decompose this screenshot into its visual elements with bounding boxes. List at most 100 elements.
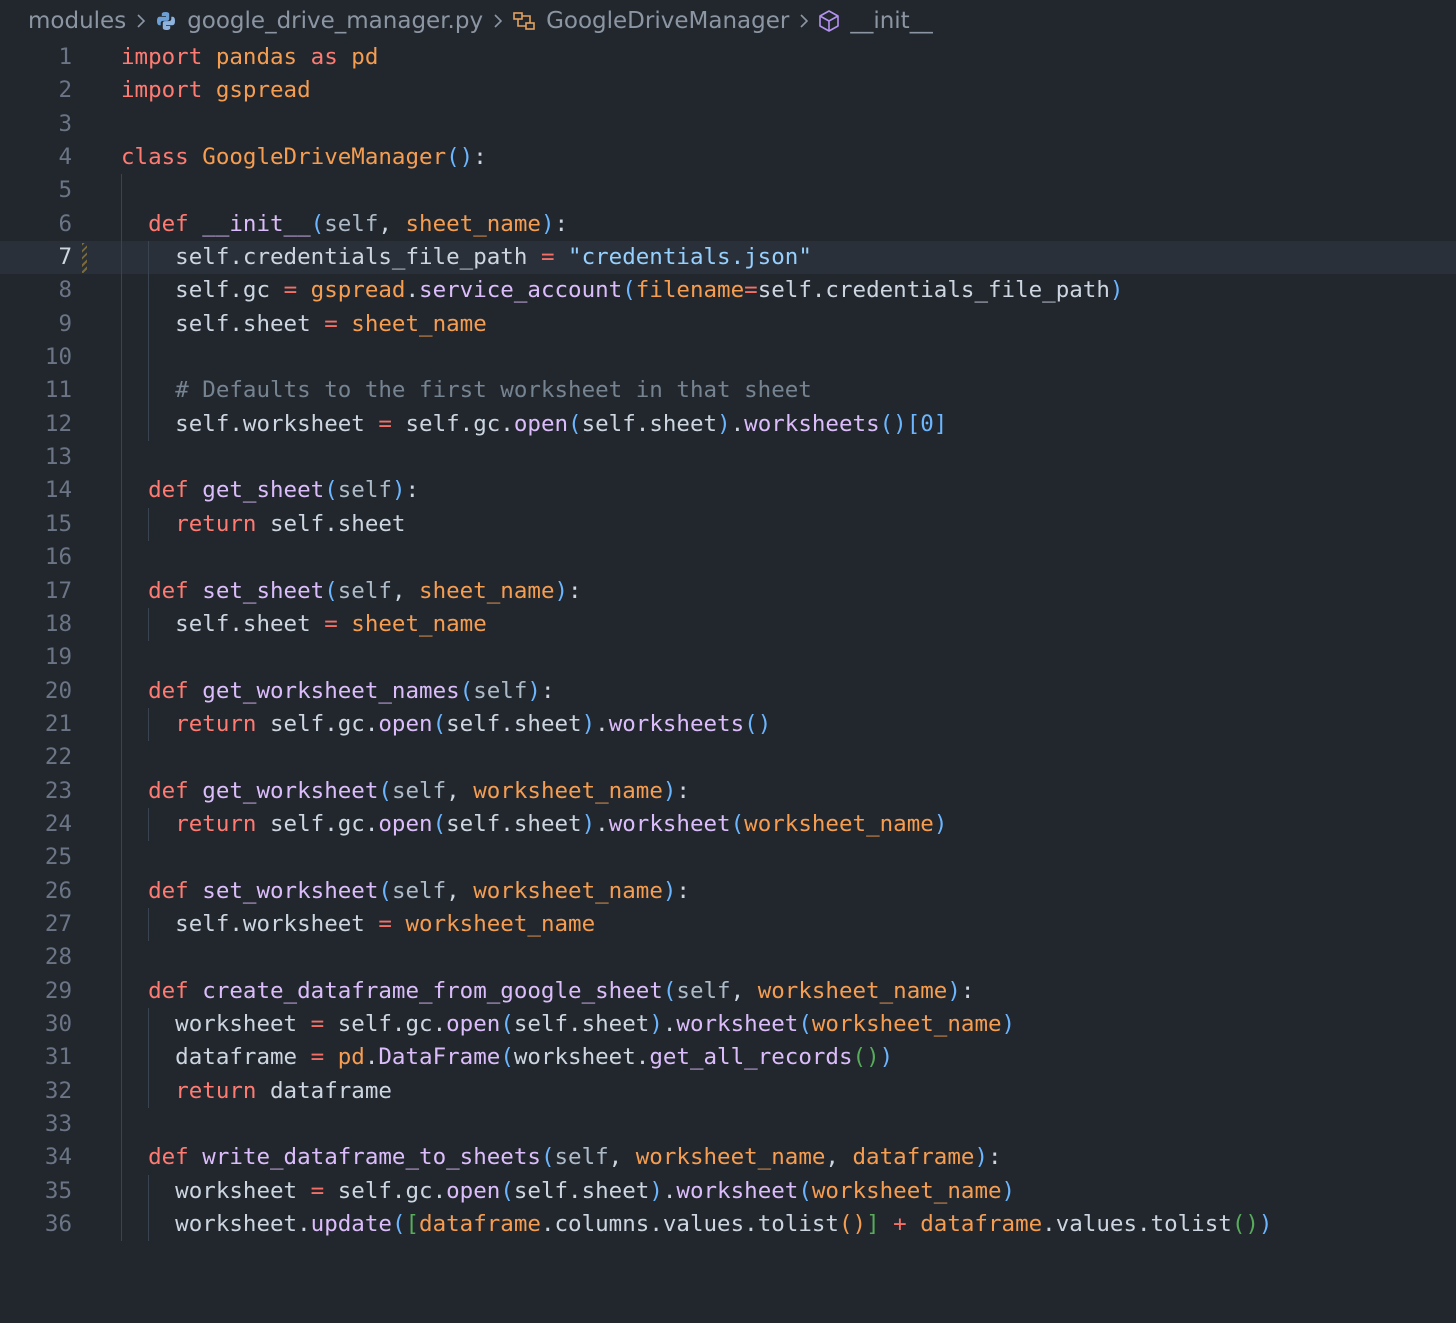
line-number[interactable]: 4: [0, 141, 72, 174]
code-text[interactable]: self.sheet = sheet_name: [121, 308, 487, 341]
breadcrumb-item-modules[interactable]: modules: [28, 8, 126, 34]
line-number[interactable]: 13: [0, 441, 72, 474]
line-number[interactable]: 24: [0, 808, 72, 841]
line-number[interactable]: 31: [0, 1041, 72, 1074]
line-number[interactable]: 11: [0, 374, 72, 407]
code-text[interactable]: return dataframe: [121, 1075, 392, 1108]
code-text[interactable]: worksheet = self.gc.open(self.sheet).wor…: [121, 1008, 1015, 1041]
line-number[interactable]: 5: [0, 174, 72, 207]
code-text[interactable]: def set_sheet(self, sheet_name):: [121, 575, 582, 608]
code-line[interactable]: 15 return self.sheet: [0, 507, 1456, 542]
code-line[interactable]: 21 return self.gc.open(self.sheet).works…: [0, 707, 1456, 742]
code-text[interactable]: def get_worksheet_names(self):: [121, 675, 554, 708]
code-line[interactable]: 29 def create_dataframe_from_google_shee…: [0, 974, 1456, 1008]
code-line[interactable]: 10: [0, 341, 1456, 375]
line-number[interactable]: 8: [0, 274, 72, 307]
code-text[interactable]: self.worksheet = worksheet_name: [121, 908, 595, 941]
line-number[interactable]: 6: [0, 208, 72, 241]
code-text[interactable]: self.worksheet = self.gc.open(self.sheet…: [121, 408, 947, 441]
code-line[interactable]: 2 import gspread: [0, 74, 1456, 107]
code-line[interactable]: 13: [0, 441, 1456, 475]
code-line[interactable]: 32 return dataframe: [0, 1074, 1456, 1108]
breadcrumb-item-file[interactable]: google_drive_manager.py: [155, 8, 483, 34]
code-text[interactable]: return self.sheet: [121, 508, 405, 541]
code-line[interactable]: 31 dataframe = pd.DataFrame(worksheet.ge…: [0, 1041, 1456, 1075]
line-number[interactable]: 17: [0, 575, 72, 608]
code-text[interactable]: def set_worksheet(self, worksheet_name):: [121, 875, 690, 908]
code-text[interactable]: dataframe = pd.DataFrame(worksheet.get_a…: [121, 1041, 893, 1074]
line-number[interactable]: 10: [0, 341, 72, 374]
code-line[interactable]: 35 worksheet = self.gc.open(self.sheet).…: [0, 1174, 1456, 1209]
line-number[interactable]: 16: [0, 541, 72, 574]
code-editor[interactable]: 1 import pandas as pd 2 import gspread 3 4 cla…: [0, 41, 1456, 1242]
code-line[interactable]: 5: [0, 174, 1456, 208]
code-line[interactable]: 26 def set_worksheet(self, worksheet_nam…: [0, 874, 1456, 908]
code-line[interactable]: 27 self.worksheet = worksheet_name: [0, 907, 1456, 942]
line-number[interactable]: 19: [0, 641, 72, 674]
line-number[interactable]: 25: [0, 841, 72, 874]
code-text[interactable]: worksheet = self.gc.open(self.sheet).wor…: [121, 1175, 1015, 1208]
line-number[interactable]: 27: [0, 908, 72, 941]
code-line[interactable]: 7 self.credentials_file_path = "credenti…: [0, 241, 1456, 275]
code-text[interactable]: def get_worksheet(self, worksheet_name):: [121, 775, 690, 808]
code-text[interactable]: return self.gc.open(self.sheet).workshee…: [121, 808, 947, 841]
line-number[interactable]: 28: [0, 941, 72, 974]
line-number[interactable]: 21: [0, 708, 72, 741]
code-text[interactable]: return self.gc.open(self.sheet).workshee…: [121, 708, 771, 741]
code-text[interactable]: def __init__(self, sheet_name):: [121, 208, 568, 241]
code-line[interactable]: 23 def get_worksheet(self, worksheet_nam…: [0, 774, 1456, 808]
line-number[interactable]: 18: [0, 608, 72, 641]
code-text[interactable]: def write_dataframe_to_sheets(self, work…: [121, 1141, 1001, 1174]
line-number[interactable]: 20: [0, 675, 72, 708]
code-line[interactable]: 16: [0, 541, 1456, 575]
code-text[interactable]: class GoogleDriveManager():: [121, 141, 487, 174]
breadcrumb-item-method[interactable]: __init__: [818, 8, 933, 34]
code-text[interactable]: worksheet.update([dataframe.columns.valu…: [121, 1208, 1272, 1241]
code-text[interactable]: def get_sheet(self):: [121, 474, 419, 507]
line-number[interactable]: 3: [0, 108, 72, 141]
code-line[interactable]: 28: [0, 941, 1456, 975]
line-number[interactable]: 23: [0, 775, 72, 808]
code-line[interactable]: 25: [0, 841, 1456, 875]
line-number[interactable]: 14: [0, 474, 72, 507]
code-line[interactable]: 20 def get_worksheet_names(self):: [0, 674, 1456, 708]
code-line[interactable]: 4 class GoogleDriveManager():: [0, 141, 1456, 174]
line-number[interactable]: 35: [0, 1175, 72, 1208]
line-number[interactable]: 9: [0, 308, 72, 341]
code-line[interactable]: 11 # Defaults to the first worksheet in …: [0, 374, 1456, 408]
line-number[interactable]: 1: [0, 41, 72, 74]
code-text[interactable]: import pandas as pd: [121, 41, 378, 74]
line-number[interactable]: 33: [0, 1108, 72, 1141]
code-line[interactable]: 36 worksheet.update([dataframe.columns.v…: [0, 1208, 1456, 1242]
line-number[interactable]: 26: [0, 875, 72, 908]
code-text[interactable]: # Defaults to the first worksheet in tha…: [121, 374, 812, 407]
line-number[interactable]: 36: [0, 1208, 72, 1241]
line-number[interactable]: 12: [0, 408, 72, 441]
code-text[interactable]: import gspread: [121, 74, 311, 107]
code-text[interactable]: self.gc = gspread.service_account(filena…: [121, 274, 1123, 307]
line-number[interactable]: 29: [0, 975, 72, 1008]
code-line[interactable]: 33: [0, 1108, 1456, 1142]
code-line[interactable]: 6 def __init__(self, sheet_name):: [0, 207, 1456, 242]
line-number[interactable]: 7: [0, 241, 72, 274]
code-line[interactable]: 34 def write_dataframe_to_sheets(self, w…: [0, 1141, 1456, 1175]
breadcrumb-item-class[interactable]: GoogleDriveManager: [512, 8, 789, 34]
code-line[interactable]: 8 self.gc = gspread.service_account(file…: [0, 274, 1456, 308]
code-line[interactable]: 22: [0, 741, 1456, 775]
line-number[interactable]: 32: [0, 1075, 72, 1108]
line-number[interactable]: 15: [0, 508, 72, 541]
code-line[interactable]: 9 self.sheet = sheet_name: [0, 307, 1456, 342]
code-line[interactable]: 3: [0, 108, 1456, 141]
code-line[interactable]: 14 def get_sheet(self):: [0, 474, 1456, 508]
code-line[interactable]: 19: [0, 641, 1456, 675]
code-text[interactable]: self.credentials_file_path = "credential…: [121, 241, 812, 274]
code-line[interactable]: 17 def set_sheet(self, sheet_name):: [0, 574, 1456, 608]
code-line[interactable]: 18 self.sheet = sheet_name: [0, 607, 1456, 642]
line-number[interactable]: 2: [0, 74, 72, 107]
code-line[interactable]: 12 self.worksheet = self.gc.open(self.sh…: [0, 407, 1456, 442]
code-text[interactable]: def create_dataframe_from_google_sheet(s…: [121, 975, 974, 1008]
code-line[interactable]: 30 worksheet = self.gc.open(self.sheet).…: [0, 1007, 1456, 1042]
code-line[interactable]: 24 return self.gc.open(self.sheet).works…: [0, 807, 1456, 842]
line-number[interactable]: 34: [0, 1141, 72, 1174]
code-line[interactable]: 1 import pandas as pd: [0, 41, 1456, 74]
